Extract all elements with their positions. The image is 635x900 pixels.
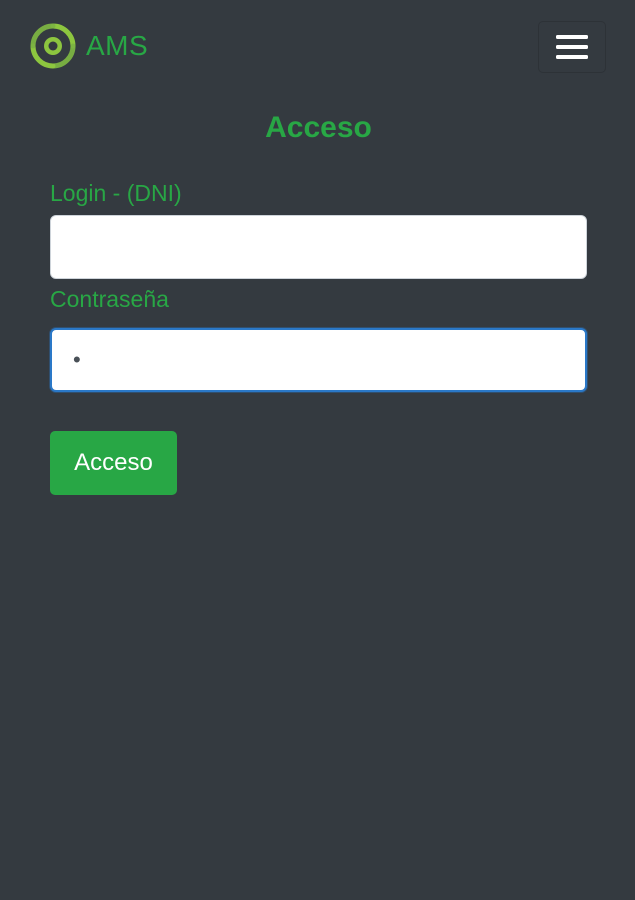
submit-button[interactable]: Acceso [50, 431, 177, 495]
login-input[interactable] [50, 215, 587, 279]
brand-name: AMS [86, 30, 149, 61]
page-title: Acceso [265, 111, 372, 144]
hamburger-menu-icon [556, 34, 588, 60]
login-form: Acceso Login - (DNI) Contraseña Acceso [50, 100, 587, 495]
password-input[interactable] [50, 328, 587, 392]
menu-toggle-button[interactable] [538, 21, 606, 73]
navbar: AMS [0, 0, 635, 96]
brand-link[interactable]: AMS [29, 22, 148, 70]
ams-logo-icon [29, 22, 77, 70]
password-label: Contraseña [50, 286, 169, 312]
login-label: Login - (DNI) [50, 180, 182, 206]
